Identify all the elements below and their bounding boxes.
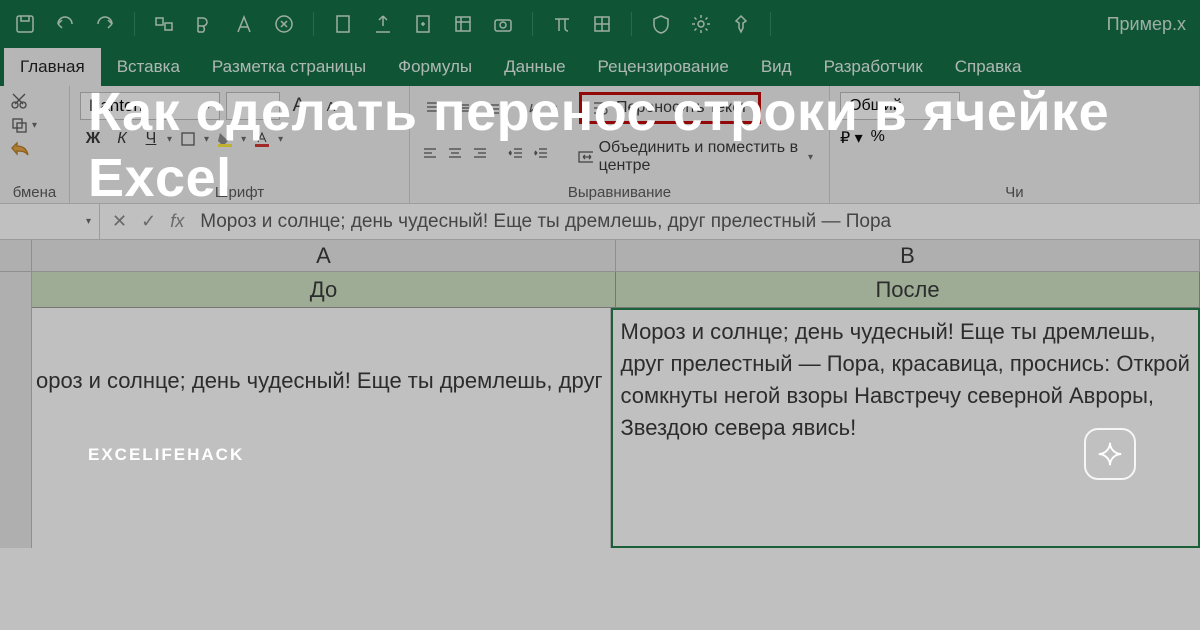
number-format-combo[interactable]: Общий▾ [840,92,960,120]
currency-icon[interactable]: ₽ ▾ [840,128,863,148]
redo-icon[interactable] [94,13,116,35]
increase-font-icon[interactable]: A [286,93,312,119]
cancel-icon[interactable]: ✕ [112,211,127,232]
enter-icon[interactable]: ✓ [141,211,156,232]
border-button[interactable] [175,126,201,152]
indent-decrease-icon[interactable] [505,141,526,165]
paste-format-button[interactable] [10,140,30,156]
copy-button[interactable]: ▾ [10,116,37,134]
tab-developer[interactable]: Разработчик [808,48,939,86]
ribbon-tabs: Главная Вставка Разметка страницы Формул… [0,48,1200,86]
number-label: Чи [840,180,1189,201]
align-right-icon[interactable] [470,141,491,165]
grid-icon[interactable] [591,13,613,35]
select-all-corner[interactable] [0,240,32,271]
indent-increase-icon[interactable] [530,141,551,165]
number-group: Общий▾ ₽ ▾ % Чи [830,86,1200,203]
wrap-text-button[interactable]: Переносить текст [579,92,761,124]
form-icon[interactable] [452,13,474,35]
formula-input[interactable]: Мороз и солнце; день чудесный! Еще ты др… [196,211,1200,233]
font-size-combo[interactable]: ▾ [226,92,280,120]
tab-view[interactable]: Вид [745,48,808,86]
undo-icon[interactable] [54,13,76,35]
wrap-text-label: Переносить текст [616,99,748,117]
save-icon[interactable] [14,13,36,35]
tab-layout[interactable]: Разметка страницы [196,48,382,86]
align-bottom-icon[interactable] [480,96,506,120]
italic-button[interactable]: К [109,126,135,152]
alignment-group: ▾ Переносить текст [410,86,830,203]
tab-help[interactable]: Справка [939,48,1038,86]
cell-a2[interactable]: ороз и солнце; день чудесный! Еще ты дре… [32,308,611,548]
tab-insert[interactable]: Вставка [101,48,196,86]
cut-button[interactable] [10,92,28,110]
formula-bar: ▾ ✕ ✓ fx Мороз и солнце; день чудесный! … [0,204,1200,240]
font-label: Шрифт [80,180,399,201]
fill-color-button[interactable] [212,126,238,152]
column-header-b[interactable]: B [616,240,1200,271]
ribbon: ▾ бмена Panton▾ ▾ A A Ж К Ч ▾ ▾ [0,86,1200,204]
pin-icon[interactable] [730,13,752,35]
row-header-2[interactable] [0,308,32,548]
pi-icon[interactable] [551,13,573,35]
font-name-combo[interactable]: Panton▾ [80,92,220,120]
bold-button[interactable]: Ж [80,126,106,152]
clipboard-label: бмена [10,180,59,201]
cell-b2[interactable]: Мороз и солнце; день чудесный! Еще ты др… [611,308,1200,548]
text-icon[interactable] [193,13,215,35]
tab-home[interactable]: Главная [4,48,101,86]
percent-icon[interactable]: % [871,128,885,148]
tab-data[interactable]: Данные [488,48,581,86]
clipboard-group: ▾ бмена [0,86,70,203]
cell-b1[interactable]: После [616,272,1200,308]
tab-review[interactable]: Рецензирование [582,48,745,86]
export-icon[interactable] [372,13,394,35]
font-a-icon[interactable] [233,13,255,35]
tab-formulas[interactable]: Формулы [382,48,488,86]
orientation-icon[interactable] [522,96,548,120]
font-color-button[interactable] [249,126,275,152]
shield-icon[interactable] [650,13,672,35]
window-icon[interactable] [153,13,175,35]
align-top-icon[interactable] [420,96,446,120]
merge-center-label: Объединить и поместить в центре [599,139,802,175]
align-middle-icon[interactable] [450,96,476,120]
align-left-icon[interactable] [420,141,441,165]
underline-button[interactable]: Ч [138,126,164,152]
name-box[interactable]: ▾ [0,204,100,239]
row-header-1[interactable] [0,272,32,308]
camera-icon[interactable] [492,13,514,35]
font-group: Panton▾ ▾ A A Ж К Ч ▾ ▾ ▾ ▾ [70,86,410,203]
gear-icon[interactable] [690,13,712,35]
quick-access-toolbar: Пример.х [0,0,1200,48]
doc-icon[interactable] [332,13,354,35]
title-text: Пример.х [1107,14,1186,35]
cell-a1[interactable]: До [32,272,616,308]
worksheet: A B До После ороз и солнце; день чудесны… [0,240,1200,548]
fx-icon[interactable]: fx [170,211,184,232]
alignment-label: Выравнивание [420,180,819,201]
close-circle-icon[interactable] [273,13,295,35]
align-center-icon[interactable] [445,141,466,165]
column-header-a[interactable]: A [32,240,616,271]
new-doc-icon[interactable] [412,13,434,35]
decrease-font-icon[interactable]: A [318,93,344,119]
merge-center-button[interactable]: Объединить и поместить в центре ▾ [571,136,819,178]
